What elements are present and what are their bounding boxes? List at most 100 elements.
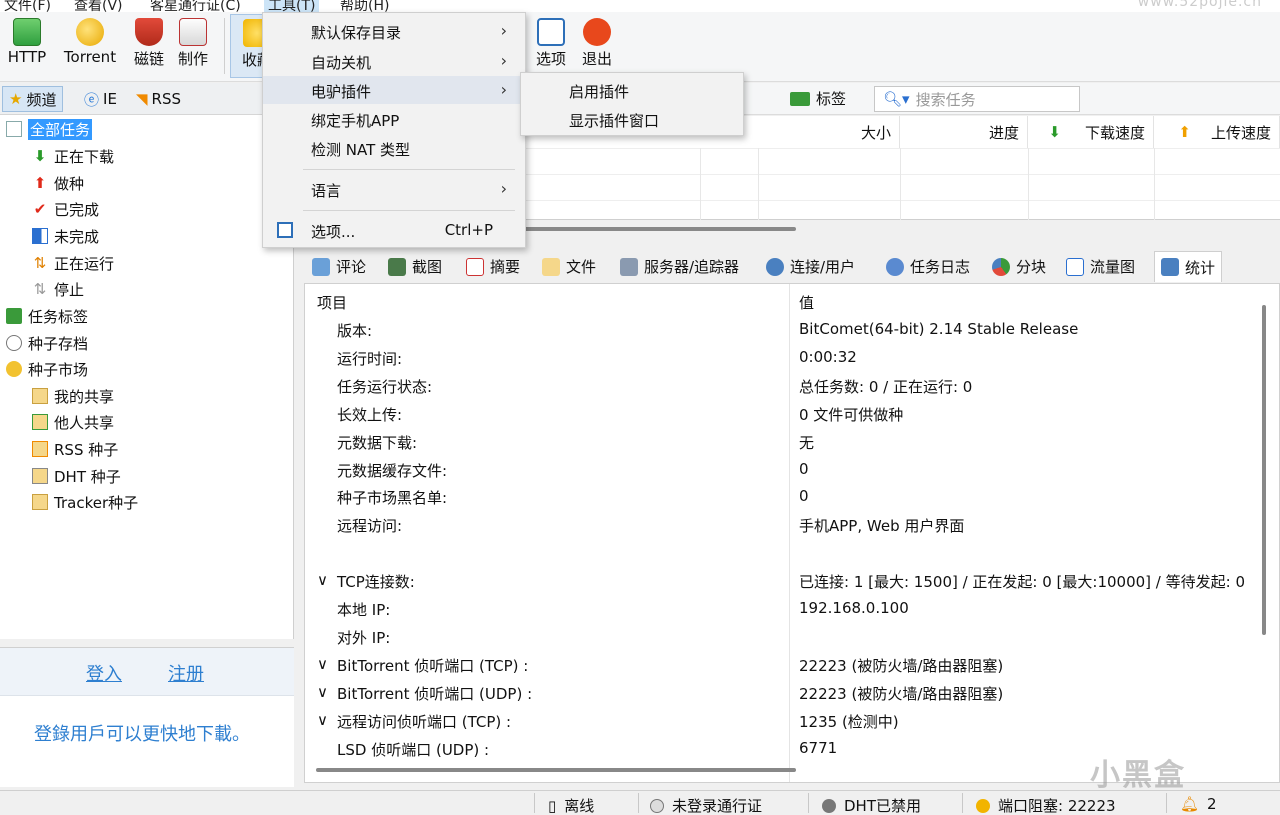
chevron-down-icon[interactable]: ∨ bbox=[317, 711, 328, 729]
tree-torrent-archive[interactable]: 种子存档 bbox=[6, 331, 88, 355]
up-speed-icon: ⬆ bbox=[1178, 123, 1191, 141]
up-arrow-icon: ⬆ bbox=[33, 174, 47, 192]
menu-show-plugin-window[interactable]: 显示插件窗口 bbox=[521, 105, 743, 133]
comment-icon bbox=[312, 257, 330, 276]
chevron-down-icon[interactable]: ∨ bbox=[317, 683, 328, 701]
tab-peers[interactable]: 连接/用户 bbox=[760, 251, 861, 282]
tree-all-tasks-label: 全部任务 bbox=[28, 118, 93, 140]
tag-filter-button[interactable]: 标签 bbox=[790, 88, 846, 109]
make-torrent-button[interactable]: 制作 bbox=[166, 14, 220, 78]
pie-icon bbox=[992, 257, 1010, 276]
tasklist-scrollbar[interactable] bbox=[520, 227, 796, 231]
tree-completed[interactable]: ✔ 已完成 bbox=[32, 197, 99, 221]
col-down-speed-header[interactable]: ⬇ 下载速度 bbox=[1028, 116, 1154, 148]
tree-torrent-market[interactable]: 种子市场 bbox=[6, 357, 88, 381]
torrent-button[interactable]: Torrent bbox=[58, 14, 122, 78]
stats-key: 种子市场黑名单: bbox=[337, 489, 448, 508]
menu-file[interactable]: 文件(F) bbox=[4, 0, 51, 12]
menu-emule-plugin[interactable]: 电驴插件 › bbox=[263, 76, 525, 104]
status-passport[interactable]: 未登录通行证 bbox=[650, 795, 762, 815]
menu-auto-shutdown[interactable]: 自动关机 › bbox=[263, 47, 525, 75]
tree-others-share[interactable]: 他人共享 bbox=[32, 410, 114, 434]
tree-downloading[interactable]: ⬇ 正在下载 bbox=[32, 144, 114, 168]
tree-seeding[interactable]: ⬆ 做种 bbox=[32, 171, 84, 195]
menu-view[interactable]: 查看(V) bbox=[74, 0, 123, 12]
tab-comments[interactable]: 评论 bbox=[306, 251, 372, 282]
tree-tracker-torrent[interactable]: Tracker种子 bbox=[32, 490, 138, 514]
summary-icon bbox=[466, 257, 484, 276]
tree-torrent-market-label: 种子市场 bbox=[28, 360, 89, 379]
stats-row: 远程访问: 手机APP, Web 用户界面 bbox=[305, 511, 1265, 539]
col-size-header[interactable]: 大小 bbox=[758, 116, 900, 148]
tab-files[interactable]: 文件 bbox=[536, 251, 602, 282]
tree-task-tags[interactable]: 任务标签 bbox=[6, 304, 88, 328]
col-up-speed-header[interactable]: ⬆ 上传速度 bbox=[1154, 116, 1280, 148]
down-speed-icon: ⬇ bbox=[1048, 123, 1061, 141]
menu-detect-nat-label: 检测 NAT 类型 bbox=[311, 141, 411, 159]
status-dht[interactable]: DHT已禁用 bbox=[822, 795, 921, 815]
menu-passport[interactable]: 客星通行证(C) bbox=[150, 0, 241, 12]
stats-row: ∨ 远程访问侦听端口 (TCP) : 1235 (检测中) bbox=[305, 707, 1265, 735]
status-notifications[interactable]: 🔔︎ 2 bbox=[1180, 795, 1217, 813]
http-button[interactable]: HTTP bbox=[0, 14, 54, 78]
port-warning-icon bbox=[976, 798, 990, 813]
menu-detect-nat[interactable]: 检测 NAT 类型 bbox=[263, 134, 525, 162]
status-separator bbox=[1166, 793, 1167, 813]
status-dht-label: DHT已禁用 bbox=[844, 797, 921, 815]
chevron-down-icon[interactable]: ∨ bbox=[317, 655, 328, 673]
exit-button[interactable]: 退出 bbox=[570, 14, 624, 78]
tab-trackers[interactable]: 服务器/追踪器 bbox=[614, 251, 745, 282]
rss-icon: ◥ bbox=[136, 90, 148, 108]
tab-task-log[interactable]: 任务日志 bbox=[880, 251, 976, 282]
statistics-vscrollbar[interactable] bbox=[1262, 305, 1266, 635]
tab-channel[interactable]: ★ 频道 bbox=[2, 86, 64, 112]
menu-tools[interactable]: 工具(T) bbox=[264, 0, 320, 12]
menu-default-save-dir[interactable]: 默认保存目录 › bbox=[263, 17, 525, 45]
stats-key: 任务运行状态: bbox=[337, 377, 433, 396]
stats-value: 1235 (检测中) bbox=[799, 712, 899, 731]
tree-others-share-label: 他人共享 bbox=[54, 413, 115, 432]
tab-ie[interactable]: ⓔ IE bbox=[78, 86, 123, 112]
status-offline[interactable]: ▯ 离线 bbox=[548, 795, 594, 815]
menu-separator bbox=[303, 169, 515, 170]
tree-my-share[interactable]: 我的共享 bbox=[32, 384, 114, 408]
register-link[interactable]: 注册 bbox=[168, 660, 204, 686]
tab-pieces[interactable]: 分块 bbox=[986, 251, 1052, 282]
tree-incomplete[interactable]: 未完成 bbox=[32, 224, 99, 248]
tree-running[interactable]: ⇅ 正在运行 bbox=[32, 251, 114, 275]
tree-completed-label: 已完成 bbox=[54, 200, 100, 219]
http-add-icon bbox=[13, 18, 41, 46]
tab-trackers-label: 服务器/追踪器 bbox=[644, 258, 740, 276]
stats-row: ∨ BitTorrent 侦听端口 (UDP) : 22223 (被防火墙/路由器… bbox=[305, 679, 1265, 707]
statistics-hscrollbar[interactable] bbox=[316, 768, 796, 772]
stats-value: 0 bbox=[799, 487, 809, 506]
left-panel: ★ 频道 ⓔ IE ◥ RSS 全部任务 ⬇ 正在下载 ⬆ 做种 ✔ 已完成 未… bbox=[0, 83, 294, 639]
menu-language[interactable]: 语言 › bbox=[263, 175, 525, 203]
tree-all-tasks[interactable]: 全部任务 bbox=[6, 117, 93, 141]
passport-icon bbox=[650, 798, 664, 813]
menu-enable-plugin[interactable]: 启用插件 bbox=[521, 76, 743, 104]
menu-help[interactable]: 帮助(H) bbox=[340, 0, 389, 12]
menu-auto-shutdown-label: 自动关机 bbox=[311, 54, 372, 72]
stats-row: ∨ TCP连接数: 已连接: 1 [最大: 1500] / 正在发起: 0 [最大… bbox=[305, 567, 1265, 595]
menu-options[interactable]: 选项... Ctrl+P bbox=[263, 216, 525, 244]
login-link[interactable]: 登入 bbox=[86, 660, 122, 686]
tree-rss-torrent[interactable]: RSS 种子 bbox=[32, 437, 118, 461]
tree-dht-torrent[interactable]: DHT 种子 bbox=[32, 464, 121, 488]
tab-screenshots[interactable]: 截图 bbox=[382, 251, 448, 282]
tree-stopped[interactable]: ⇅ 停止 bbox=[32, 277, 84, 301]
stats-value: BitComet(64-bit) 2.14 Stable Release bbox=[799, 320, 1079, 338]
search-input[interactable]: 🔍︎▾ 搜索任务 bbox=[874, 86, 1080, 112]
tab-traffic-graph[interactable]: 流量图 bbox=[1060, 251, 1141, 282]
search-icon: 🔍︎▾ bbox=[883, 90, 910, 108]
col-progress-header[interactable]: 进度 bbox=[900, 116, 1028, 148]
stats-key: 对外 IP: bbox=[337, 628, 391, 647]
tab-files-label: 文件 bbox=[566, 258, 597, 276]
status-port[interactable]: 端口阻塞: 22223 bbox=[976, 795, 1116, 815]
stopped-arrows-icon: ⇅ bbox=[33, 280, 47, 298]
menu-bind-app[interactable]: 绑定手机APP bbox=[263, 105, 525, 133]
tab-rss[interactable]: ◥ RSS bbox=[130, 86, 187, 112]
tab-summary[interactable]: 摘要 bbox=[460, 251, 526, 282]
tab-statistics[interactable]: 统计 bbox=[1154, 251, 1223, 282]
chevron-down-icon[interactable]: ∨ bbox=[317, 571, 328, 589]
